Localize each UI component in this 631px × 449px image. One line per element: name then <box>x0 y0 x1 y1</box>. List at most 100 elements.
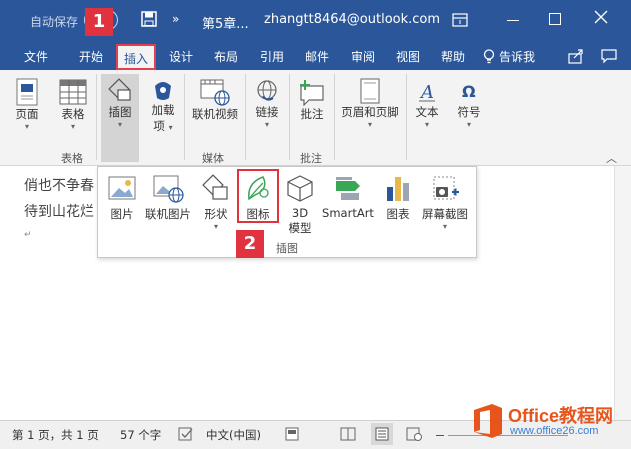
paragraph-mark: ↵ <box>24 230 32 240</box>
separator <box>406 74 407 160</box>
comment-button[interactable]: 批注 <box>294 78 330 122</box>
chevron-down-icon: ▾ <box>367 120 372 129</box>
comments-icon[interactable] <box>601 48 617 67</box>
chart-label: 图表 <box>386 207 410 221</box>
tab-design[interactable]: 设计 <box>169 48 193 65</box>
page-button[interactable]: 页面 ▾ <box>10 78 44 131</box>
print-layout-icon[interactable] <box>371 423 393 445</box>
chevron-down-icon: ▾ <box>442 222 447 231</box>
icons-button[interactable]: 图标 <box>237 169 279 223</box>
ribbon-tabs: 文件 开始 插入 设计 布局 引用 邮件 审阅 视图 帮助 告诉我 <box>0 42 631 70</box>
share-icon[interactable] <box>568 48 584 67</box>
shapes-icon <box>202 174 228 200</box>
addins-button[interactable]: 加载 项 ▾ <box>146 78 180 134</box>
online-video-button[interactable]: 联机视频 <box>188 78 242 122</box>
vertical-scrollbar[interactable] <box>614 166 631 420</box>
link-label: 链接 <box>255 105 279 119</box>
ribbon-display-icon[interactable] <box>452 13 468 30</box>
pictures-button[interactable]: 图片 <box>104 173 140 222</box>
online-pictures-button[interactable]: 联机图片 <box>142 173 194 222</box>
illustrations-dropdown: 图片 联机图片 形状 ▾ 图标 3D 模型 SmartArt 图表 屏幕截图 ▾… <box>97 166 477 258</box>
online-pictures-label: 联机图片 <box>145 207 191 221</box>
account-name[interactable]: zhangtt8464@outlook.com <box>264 12 440 27</box>
separator <box>289 74 290 160</box>
document-title: 第5章... <box>202 17 249 32</box>
step-badge-1: 1 <box>85 8 113 36</box>
3d-models-button[interactable]: 3D 模型 <box>284 173 316 236</box>
symbol-button[interactable]: Ω 符号 ▾ <box>452 78 486 129</box>
pictures-label: 图片 <box>110 207 134 221</box>
close-icon[interactable] <box>594 10 608 27</box>
picture-icon <box>108 176 136 200</box>
separator <box>245 74 246 160</box>
3d-label-2: 模型 <box>288 221 312 235</box>
smartart-button[interactable]: SmartArt <box>320 173 376 220</box>
text-label: 文本 <box>415 105 439 119</box>
zoom-out-icon[interactable] <box>436 435 444 436</box>
collapse-ribbon-icon[interactable]: ︿ <box>606 150 617 166</box>
qat-more-icon[interactable]: » <box>172 12 179 26</box>
tab-insert[interactable]: 插入 <box>116 44 157 70</box>
header-footer-icon <box>360 78 380 104</box>
illustrations-label: 插图 <box>108 105 132 119</box>
watermark-url: www.office26.com <box>510 425 599 437</box>
icons-leaf-icon <box>248 176 269 201</box>
link-button[interactable]: 链接 ▾ <box>250 78 284 129</box>
symbol-label: 符号 <box>457 105 481 119</box>
screenshot-button[interactable]: 屏幕截图 ▾ <box>418 173 472 231</box>
word-count[interactable]: 57 个字 <box>120 427 161 443</box>
tell-me-box[interactable]: 告诉我 <box>499 48 535 65</box>
comment-label: 批注 <box>300 107 324 121</box>
tab-view[interactable]: 视图 <box>396 48 420 65</box>
tab-file[interactable]: 文件 <box>24 48 48 65</box>
text-button[interactable]: A 文本 ▾ <box>410 78 444 129</box>
link-icon <box>257 80 277 101</box>
omega-icon: Ω <box>462 82 476 101</box>
chevron-down-icon: ▾ <box>466 120 471 129</box>
maximize-icon[interactable] <box>549 13 561 25</box>
separator <box>96 74 97 160</box>
chart-button[interactable]: 图表 <box>381 173 415 222</box>
minimize-icon[interactable] <box>507 20 519 21</box>
tab-help[interactable]: 帮助 <box>441 48 465 65</box>
screenshot-icon <box>433 176 459 200</box>
store-icon <box>155 82 171 100</box>
tab-review[interactable]: 审阅 <box>351 48 375 65</box>
chevron-down-icon: ▾ <box>424 120 429 129</box>
page-count[interactable]: 第 1 页，共 1 页 <box>12 427 99 443</box>
chevron-down-icon: ▾ <box>24 122 29 131</box>
table-button[interactable]: 表格 ▾ <box>56 78 90 131</box>
header-footer-label: 页眉和页脚 <box>341 105 399 119</box>
read-mode-icon[interactable] <box>340 427 356 444</box>
tab-references[interactable]: 引用 <box>260 48 284 65</box>
page-label: 页面 <box>15 107 39 121</box>
table-group-label: 表格 <box>61 152 83 165</box>
chevron-down-icon: ▾ <box>117 120 122 129</box>
shapes-button[interactable]: 形状 ▾ <box>198 173 234 231</box>
step-badge-2: 2 <box>236 230 264 258</box>
lightbulb-icon[interactable] <box>483 49 495 67</box>
macro-icon[interactable] <box>285 427 299 444</box>
tab-home[interactable]: 开始 <box>79 48 103 65</box>
illustrations-button[interactable]: 插图 ▾ <box>101 74 139 162</box>
chevron-down-icon: ▾ <box>264 120 269 129</box>
doc-line-2: 待到山花烂 <box>24 204 94 220</box>
addins-label-1: 加载 <box>151 103 175 117</box>
text-icon: A <box>419 82 435 103</box>
online-video-label: 联机视频 <box>192 107 238 121</box>
chart-icon <box>387 177 409 201</box>
save-icon[interactable] <box>141 11 157 30</box>
shapes-label: 形状 <box>204 207 228 221</box>
chevron-down-icon: ▾ <box>168 123 173 132</box>
shapes-icon <box>108 78 131 101</box>
cube-icon <box>287 175 313 202</box>
proofing-icon[interactable] <box>178 427 194 444</box>
header-footer-button[interactable]: 页眉和页脚 ▾ <box>338 78 402 129</box>
media-group-label: 媒体 <box>202 152 224 165</box>
svg-text:Ω: Ω <box>462 82 476 101</box>
tab-mailings[interactable]: 邮件 <box>305 48 329 65</box>
web-layout-icon[interactable] <box>406 427 422 444</box>
screenshot-label: 屏幕截图 <box>422 207 468 221</box>
language[interactable]: 中文(中国) <box>206 427 261 443</box>
tab-layout[interactable]: 布局 <box>214 48 238 65</box>
